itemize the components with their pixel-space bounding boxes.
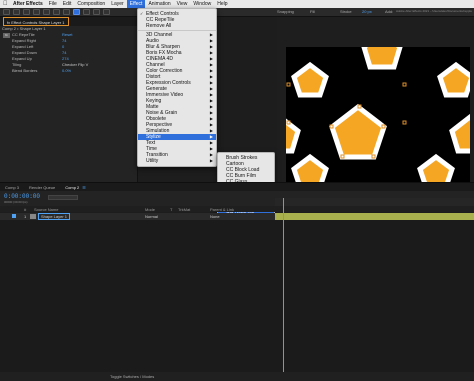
hand-tool-icon[interactable] <box>23 9 30 15</box>
ec-property-label: Blend Borders <box>12 68 38 73</box>
col-t: T <box>170 206 173 212</box>
playhead[interactable] <box>283 198 284 381</box>
timeline-search-input[interactable] <box>48 195 78 200</box>
tab-effect-controls[interactable]: fx Effect Controls Shape Layer 1 <box>3 17 69 26</box>
menu-composition[interactable]: Composition <box>74 0 108 8</box>
brush-tool-icon[interactable] <box>103 9 110 15</box>
timeline-body <box>0 220 474 381</box>
viewer-render <box>286 47 470 183</box>
snapping-label[interactable]: Snapping <box>277 9 294 14</box>
rotate-tool-icon[interactable] <box>43 9 50 15</box>
menu-help[interactable]: Help <box>214 0 230 8</box>
apple-icon[interactable]:  <box>0 0 10 8</box>
menu-file[interactable]: File <box>46 0 60 8</box>
col-source-name: Source Name <box>34 206 59 212</box>
fill-label[interactable]: Fill <box>310 9 315 14</box>
toggle-switches-modes[interactable]: Toggle Switches / Modes <box>110 374 154 379</box>
camera-tool-icon[interactable] <box>53 9 60 15</box>
effect-menu-item[interactable]: Utility ▶ <box>138 158 216 164</box>
tools-panel: Snapping Fill Stroke 20 px Add: Adobe Af… <box>0 8 474 17</box>
shape-layer-icon <box>30 214 36 219</box>
menu-layer[interactable]: Layer <box>108 0 127 8</box>
ec-property-row: Blend Borders 0.0% <box>0 68 137 74</box>
pen-tool-icon[interactable] <box>83 9 90 15</box>
timeline-footer: Toggle Switches / Modes <box>0 372 474 381</box>
add-label[interactable]: Add: <box>385 9 393 14</box>
menu-window[interactable]: Window <box>190 0 214 8</box>
home-icon[interactable] <box>3 9 10 15</box>
col-mode: Mode <box>145 206 156 212</box>
col-parent: Parent & Link <box>210 206 235 212</box>
pentagon-shape <box>417 153 455 183</box>
composition-viewer: (33.3%) 0:00:00:00 <box>277 17 474 199</box>
menu-edit[interactable]: Edit <box>60 0 75 8</box>
pentagon-shape <box>291 61 329 98</box>
ec-effect-name: CC RepeTile <box>12 32 35 37</box>
app-menu[interactable]: After Effects <box>10 0 46 8</box>
effect-menu-item-label: Remove All <box>146 23 172 29</box>
submenu-arrow-icon: ▶ <box>209 158 213 163</box>
timeline-frames: 00000 (30.00 fps) <box>4 200 28 204</box>
menu-animation[interactable]: Animation <box>145 0 173 8</box>
type-tool-icon[interactable] <box>93 9 100 15</box>
effect-menu: ✓ Effect Controls CC RepeTile Remove All 3D … <box>137 8 217 167</box>
layer-parent-dropdown[interactable]: None <box>210 214 220 219</box>
menu-separator <box>138 30 216 31</box>
layer-label-color[interactable] <box>12 214 16 218</box>
layer-name[interactable]: Shape Layer 1 <box>38 213 71 220</box>
layer-mode-dropdown[interactable]: Normal <box>145 214 158 219</box>
composition-canvas[interactable] <box>286 47 470 183</box>
effect-menu-item-label: Utility <box>146 158 159 164</box>
effect-menu-item[interactable]: Remove All <box>138 23 216 29</box>
layer-duration-bar[interactable] <box>275 213 474 220</box>
pentagon-shape <box>291 153 329 183</box>
pentagon-shape <box>437 61 470 98</box>
menu-effect[interactable]: Effect <box>126 0 146 8</box>
stroke-width-value[interactable]: 20 px <box>362 9 372 14</box>
layer-index: 1 <box>24 214 27 219</box>
pentagon-shape <box>329 103 387 160</box>
stroke-label[interactable]: Stroke <box>340 9 352 14</box>
effect-controls-tabbar: fx Effect Controls Shape Layer 1 <box>0 17 137 26</box>
ec-property-value[interactable]: 0.0% <box>62 68 71 74</box>
close-icon[interactable]: ☰ <box>82 185 86 190</box>
pentagon-shape <box>449 113 470 154</box>
col-trkmat: TrkMat <box>178 206 191 212</box>
timeline-tabbar: Comp 3 Render Queue Comp 2 ☰ <box>0 182 474 192</box>
col-index: # <box>24 206 27 212</box>
pan-behind-tool-icon[interactable] <box>63 9 70 15</box>
selection-tool-icon[interactable] <box>13 9 20 15</box>
time-ruler[interactable] <box>275 198 474 206</box>
menu-view[interactable]: View <box>174 0 191 8</box>
shape-tool-icon[interactable] <box>73 9 80 15</box>
pentagon-shape <box>286 118 301 154</box>
effect-controls-panel: fx Effect Controls Shape Layer 1 Comp 2 … <box>0 17 138 182</box>
window-title: Adobe After Effects 2021 - /Users/alex/D… <box>396 9 472 13</box>
pentagon-shape <box>361 47 403 70</box>
zoom-tool-icon[interactable] <box>33 9 40 15</box>
timeline-timecode[interactable]: 0:00:00:00 <box>4 193 40 200</box>
timeline-column-headers: # Source Name Mode T TrkMat Parent & Lin… <box>0 206 474 212</box>
mac-menubar:  After Effects File Edit Composition La… <box>0 0 474 8</box>
